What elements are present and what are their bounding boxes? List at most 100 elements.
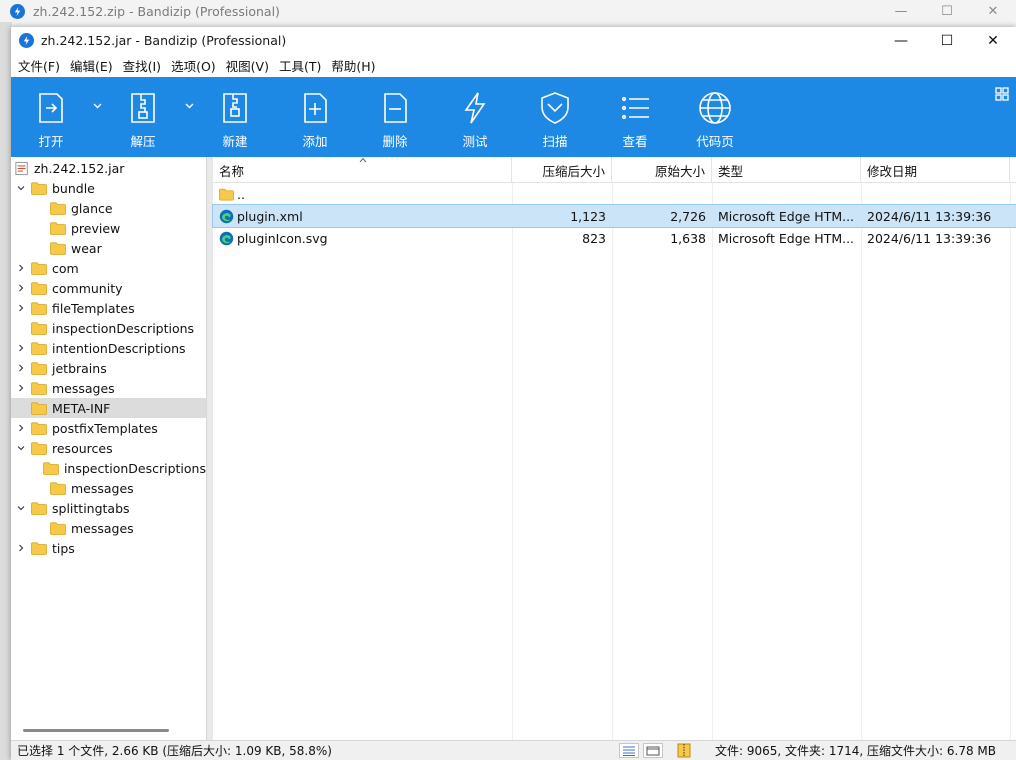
menu-find[interactable]: 查找(I) bbox=[118, 56, 166, 75]
file-row[interactable]: pluginIcon.svg 823 1,638 Microsoft Edge HTM… bbox=[213, 227, 1016, 249]
tree-item[interactable]: resources bbox=[11, 438, 206, 458]
tree-item[interactable]: preview bbox=[11, 218, 206, 238]
test-button[interactable]: 测试 bbox=[435, 77, 515, 157]
menu-view[interactable]: 视图(V) bbox=[221, 56, 274, 75]
tree-item-label: resources bbox=[52, 440, 113, 456]
folder-tree[interactable]: zh.242.152.jar bundle glance preview wear com… bbox=[11, 157, 207, 740]
archive-icon[interactable] bbox=[677, 743, 691, 758]
chevron-right-icon[interactable] bbox=[15, 342, 27, 354]
chevron-down-icon[interactable] bbox=[15, 502, 27, 514]
tree-item[interactable]: postfixTemplates bbox=[11, 418, 206, 438]
column-modified[interactable]: 修改日期 bbox=[861, 157, 1010, 183]
folder-icon bbox=[31, 181, 52, 195]
folder-icon bbox=[43, 461, 64, 475]
column-original-size[interactable]: 原始大小 bbox=[612, 157, 712, 183]
toolbar: 打开 解压 新建 添加 删除 测试 扫描 查看 代码页 bbox=[11, 77, 1016, 157]
tree-item[interactable]: community bbox=[11, 278, 206, 298]
preview-pane-icon[interactable] bbox=[643, 743, 663, 758]
layout-grid-icon[interactable] bbox=[995, 87, 1009, 101]
new-button[interactable]: 新建 bbox=[195, 77, 275, 157]
chevron-right-icon[interactable] bbox=[15, 422, 27, 434]
column-type[interactable]: 类型 bbox=[712, 157, 861, 183]
file-row[interactable]: .. bbox=[213, 183, 1016, 205]
bandizip-icon bbox=[19, 33, 34, 48]
menu-tools[interactable]: 工具(T) bbox=[274, 56, 326, 75]
chevron-right-icon[interactable] bbox=[15, 302, 27, 314]
chevron-down-icon[interactable] bbox=[15, 442, 27, 454]
tree-item-label: bundle bbox=[52, 180, 95, 196]
tree-item[interactable]: META-INF bbox=[11, 398, 206, 418]
add-label: 添加 bbox=[302, 134, 328, 149]
chevron-down-icon bbox=[93, 103, 101, 109]
maximize-icon[interactable]: ☐ bbox=[924, 0, 970, 22]
codepage-button[interactable]: 代码页 bbox=[675, 77, 755, 157]
menu-file[interactable]: 文件(F) bbox=[13, 56, 65, 75]
minimize-icon[interactable]: — bbox=[878, 0, 924, 22]
tree-item[interactable]: wear bbox=[11, 238, 206, 258]
tree-item[interactable]: messages bbox=[11, 478, 206, 498]
add-button[interactable]: 添加 bbox=[275, 77, 355, 157]
tree-item[interactable]: bundle bbox=[11, 178, 206, 198]
folder-icon bbox=[31, 421, 52, 435]
tree-item-label: inspectionDescriptions bbox=[52, 320, 195, 336]
extract-button[interactable]: 解压 bbox=[103, 77, 183, 157]
new-archive-icon bbox=[223, 93, 247, 123]
extract-dropdown[interactable] bbox=[183, 77, 195, 157]
close-icon[interactable]: ✕ bbox=[970, 0, 1016, 22]
tree-item[interactable]: inspectionDescriptions bbox=[11, 458, 206, 478]
chevron-right-icon[interactable] bbox=[15, 382, 27, 394]
jar-icon bbox=[15, 161, 34, 176]
open-icon bbox=[39, 93, 63, 123]
tree-item[interactable]: messages bbox=[11, 518, 206, 538]
tree-item[interactable]: jetbrains bbox=[11, 358, 206, 378]
minimize-button[interactable]: — bbox=[878, 27, 924, 54]
folder-icon bbox=[50, 481, 71, 495]
status-bar: 已选择 1 个文件, 2.66 KB (压缩后大小: 1.09 KB, 58.8… bbox=[11, 740, 1016, 760]
main-window: zh.242.152.jar - Bandizip (Professional)… bbox=[11, 27, 1016, 760]
tree-item[interactable]: zh.242.152.jar bbox=[11, 158, 206, 178]
content-area: zh.242.152.jar bundle glance preview wear com… bbox=[11, 157, 1016, 740]
open-dropdown[interactable] bbox=[91, 77, 103, 157]
column-compressed-size[interactable]: 压缩后大小 bbox=[512, 157, 612, 183]
open-button[interactable]: 打开 bbox=[11, 77, 91, 157]
file-modified: 2024/6/11 13:39:36 bbox=[867, 208, 992, 224]
close-button[interactable]: ✕ bbox=[970, 27, 1016, 54]
tree-horizontal-scrollbar[interactable] bbox=[23, 729, 169, 732]
chevron-right-icon[interactable] bbox=[15, 262, 27, 274]
titlebar: zh.242.152.jar - Bandizip (Professional)… bbox=[11, 27, 1016, 54]
tree-item[interactable]: messages bbox=[11, 378, 206, 398]
file-row[interactable]: plugin.xml 1,123 2,726 Microsoft Edge HTM..… bbox=[212, 204, 1016, 228]
tree-item-label: messages bbox=[71, 480, 134, 496]
maximize-button[interactable]: ☐ bbox=[924, 27, 970, 54]
tree-item[interactable]: tips bbox=[11, 538, 206, 558]
background-window-controls: — ☐ ✕ bbox=[878, 0, 1016, 22]
scan-button[interactable]: 扫描 bbox=[515, 77, 595, 157]
menu-edit[interactable]: 编辑(E) bbox=[65, 56, 118, 75]
delete-button[interactable]: 删除 bbox=[355, 77, 435, 157]
tree-item[interactable]: splittingtabs bbox=[11, 498, 206, 518]
chevron-right-icon[interactable] bbox=[15, 542, 27, 554]
tree-item[interactable]: com bbox=[11, 258, 206, 278]
details-view-icon[interactable] bbox=[619, 743, 639, 758]
chevron-down-icon[interactable] bbox=[15, 182, 27, 194]
folder-icon bbox=[31, 401, 52, 415]
folder-icon bbox=[219, 187, 237, 202]
chevron-right-icon[interactable] bbox=[15, 282, 27, 294]
chevron-right-icon[interactable] bbox=[15, 362, 27, 374]
view-button[interactable]: 查看 bbox=[595, 77, 675, 157]
file-list-body: .. plugin.xml 1,123 2,726 Microsoft Edge HTM… bbox=[212, 183, 1016, 249]
background-window-title: zh.242.152.zip - Bandizip (Professional) bbox=[33, 3, 280, 19]
scan-label: 扫描 bbox=[542, 134, 568, 149]
tree-item[interactable]: fileTemplates bbox=[11, 298, 206, 318]
menu-help[interactable]: 帮助(H) bbox=[326, 56, 380, 75]
file-list: 名称 压缩后大小 原始大小 类型 修改日期 .. plugin.xml 1,123 2… bbox=[212, 157, 1016, 740]
tree-item[interactable]: intentionDescriptions bbox=[11, 338, 206, 358]
sort-ascending-icon bbox=[359, 157, 367, 163]
file-modified bbox=[861, 183, 1010, 205]
tree-item[interactable]: glance bbox=[11, 198, 206, 218]
tree-item[interactable]: inspectionDescriptions bbox=[11, 318, 206, 338]
menu-options[interactable]: 选项(O) bbox=[166, 56, 221, 75]
folder-icon bbox=[31, 441, 52, 455]
folder-icon bbox=[31, 321, 52, 335]
